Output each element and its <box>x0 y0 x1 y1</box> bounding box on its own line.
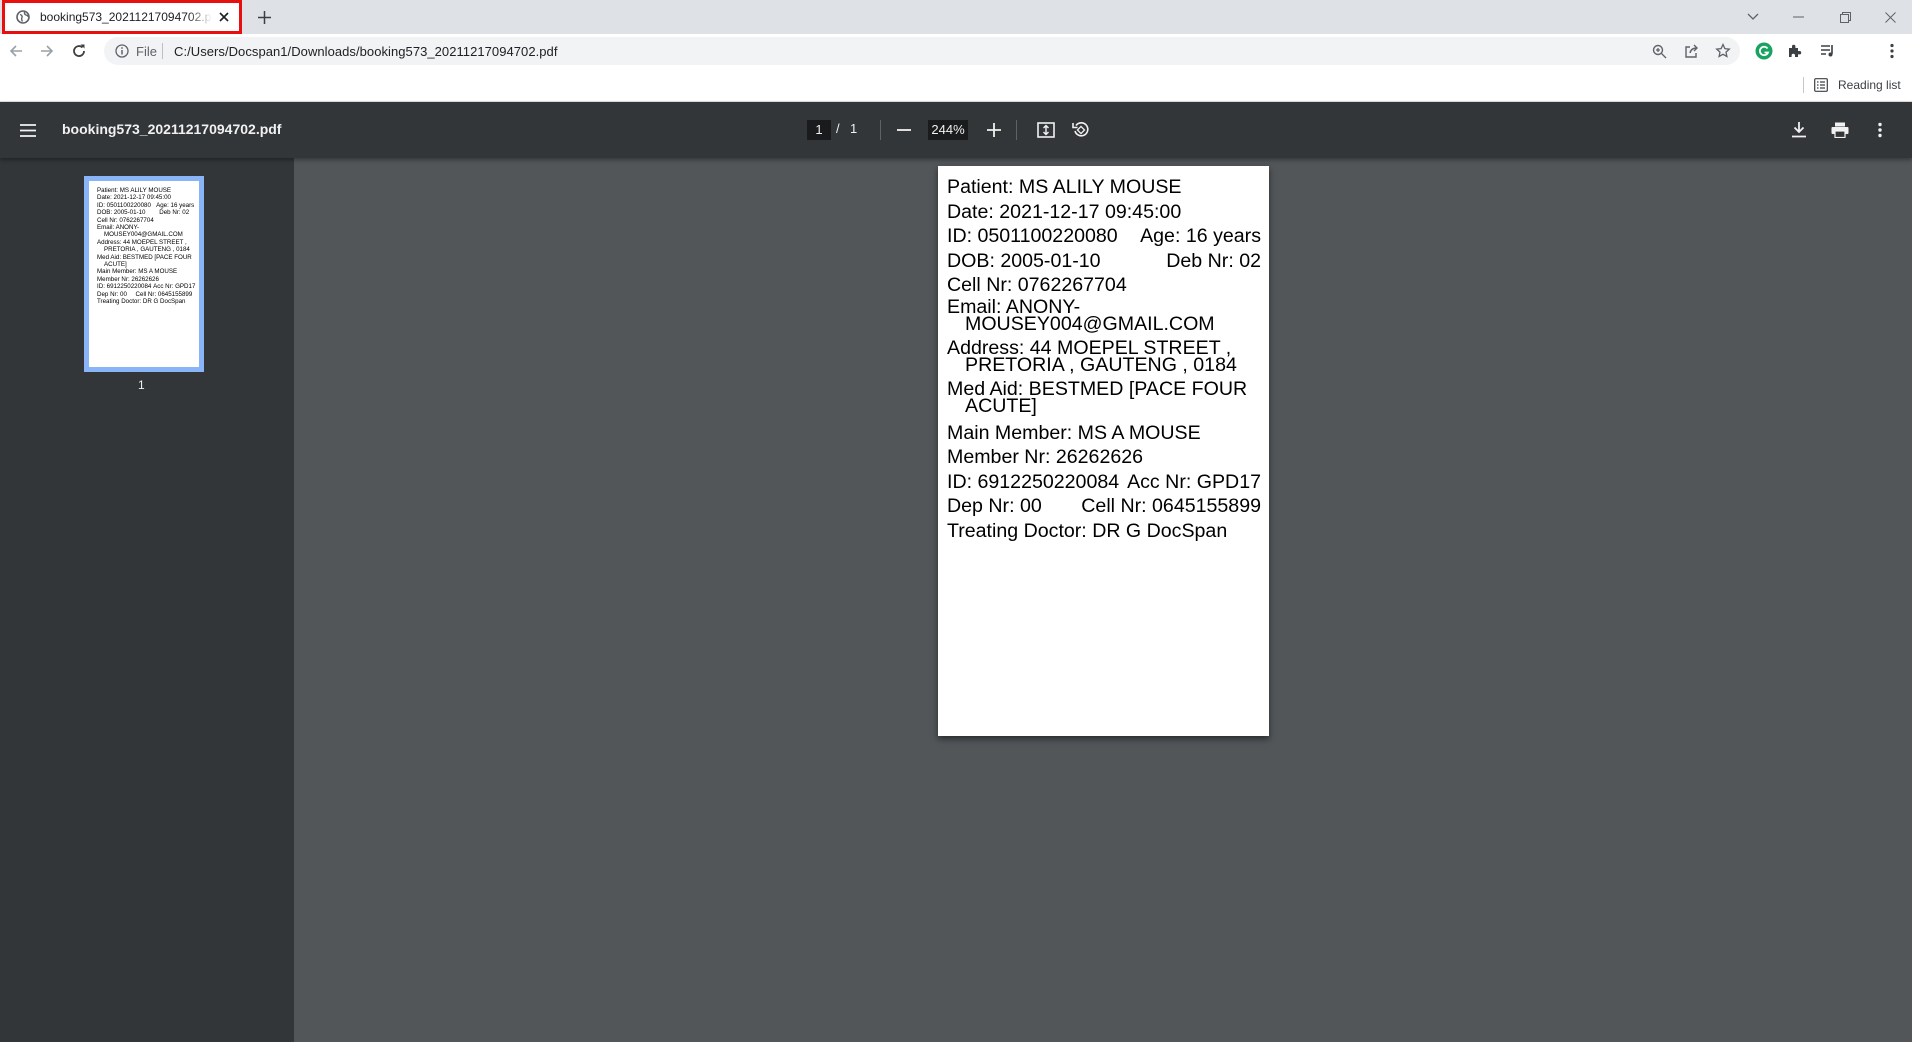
med-aid-line-2: ACUTE] <box>965 395 1037 417</box>
pdf-page: Patient: MS ALILY MOUSE Date: 2021-12-17… <box>938 166 1269 736</box>
thumb-line: MOUSEY004@GMAIL.COM <box>104 231 183 239</box>
zoom-level-input[interactable]: 244% <box>928 120 968 140</box>
address-line-2: PRETORIA , GAUTENG , 0184 <box>965 354 1237 376</box>
zoom-icon[interactable] <box>1649 41 1669 61</box>
thumb-line: DOB: 2005-01-10 Deb Nr: 02 <box>97 209 193 216</box>
thumb-line: Patient: MS ALILY MOUSE <box>97 187 172 194</box>
close-tab-icon[interactable] <box>216 9 232 25</box>
grammarly-extension-icon[interactable] <box>1752 39 1776 63</box>
thumb-line: ID: 6912250220084 Acc Nr: GPD17 <box>97 283 196 291</box>
new-tab-icon[interactable] <box>254 7 274 27</box>
rotate-icon[interactable] <box>1069 118 1093 142</box>
download-icon[interactable] <box>1787 118 1811 142</box>
restore-icon[interactable] <box>1832 4 1858 30</box>
toolbar-divider <box>880 120 881 140</box>
page-number-input[interactable]: 1 <box>807 120 831 140</box>
minimize-icon[interactable] <box>1785 4 1811 30</box>
patient-name: Patient: MS ALILY MOUSE <box>947 176 1182 198</box>
thumb-line: Main Member: MS A MOUSE <box>97 268 178 276</box>
thumb-line: Treating Doctor: DR G DocSpan <box>97 298 186 306</box>
thumb-line: Dep Nr: 00 <box>97 290 127 298</box>
thumb-line: Email: ANONY- <box>97 224 140 232</box>
thumb-line: ID: 0501100220080 Age: 16 years <box>97 201 195 209</box>
extensions-puzzle-icon[interactable] <box>1783 39 1807 63</box>
email-line-2: MOUSEY004@GMAIL.COM <box>965 313 1215 335</box>
thumb-line: ID: 6912250220084 <box>97 283 152 291</box>
page-separator: / <box>836 121 840 136</box>
account-number: Acc Nr: GPD17 <box>1127 470 1261 493</box>
bookmark-bar: Reading list <box>0 68 1912 102</box>
reading-list-button[interactable]: Reading list <box>1814 75 1901 95</box>
id-age-row: ID: 0501100220080 Age: 16 years <box>947 224 1261 249</box>
patient-dob: DOB: 2005-01-10 <box>947 249 1101 272</box>
reading-list-icon <box>1814 78 1828 92</box>
share-icon[interactable] <box>1681 41 1701 61</box>
thumb-line: ID: 0501100220080 <box>97 201 151 209</box>
thumb-line: Address: 44 MOEPEL STREET , <box>97 238 187 246</box>
patient-id: ID: 0501100220080 <box>947 225 1118 247</box>
globe-icon <box>15 9 31 25</box>
thumb-line: Deb Nr: 02 <box>159 209 190 217</box>
zoom-in-icon[interactable] <box>982 118 1006 142</box>
sidebar-toggle-icon[interactable] <box>16 118 40 142</box>
patient-cell: Cell Nr: 0762267704 <box>947 274 1127 296</box>
member-id-acc-row: ID: 6912250220084 Acc Nr: GPD17 <box>947 470 1261 495</box>
pdf-more-options-icon[interactable] <box>1868 118 1892 142</box>
thumb-line: Cell Nr: 0762267704 <box>97 216 154 224</box>
browser-tab-active[interactable]: booking573_20211217094702.pdf <box>2 0 242 34</box>
browser-menu-icon[interactable] <box>1880 39 1904 63</box>
fit-to-page-icon[interactable] <box>1034 118 1058 142</box>
print-icon[interactable] <box>1828 118 1852 142</box>
toolbar-divider <box>1016 120 1017 140</box>
pdf-file-name: booking573_20211217094702.pdf <box>62 121 282 137</box>
treating-doctor: Treating Doctor: DR G DocSpan <box>947 519 1228 542</box>
tab-strip: booking573_20211217094702.pdf <box>0 0 1912 34</box>
bookmark-divider <box>1803 77 1804 93</box>
bookmark-star-icon[interactable] <box>1713 41 1733 61</box>
thumb-line: Dep Nr: 00 Cell Nr: 0645155899 <box>97 291 193 298</box>
zoom-out-icon[interactable] <box>892 118 916 142</box>
close-window-icon[interactable] <box>1877 4 1903 30</box>
main-member: Main Member: MS A MOUSE <box>947 421 1201 444</box>
thumb-line: Age: 16 years <box>156 201 195 209</box>
appointment-date: Date: 2021-12-17 09:45:00 <box>947 200 1182 223</box>
reload-icon[interactable] <box>67 39 91 63</box>
address-bar[interactable]: File C:/Users/Docspan1/Downloads/booking… <box>104 37 1740 65</box>
url-divider <box>162 43 163 59</box>
deb-number: Deb Nr: 02 <box>1166 249 1261 272</box>
site-info-icon[interactable] <box>114 43 130 59</box>
thumbnail-sidebar: Patient: MS ALILY MOUSE Date: 2021-12-17… <box>0 158 294 1042</box>
member-number: Member Nr: 26262626 <box>947 446 1144 468</box>
page-thumbnail[interactable]: Patient: MS ALILY MOUSE Date: 2021-12-17… <box>84 176 204 372</box>
url-text[interactable]: C:/Users/Docspan1/Downloads/booking573_2… <box>174 44 558 59</box>
thumb-line: Member Nr: 26262626 <box>97 275 159 283</box>
tab-search-icon[interactable] <box>1740 4 1766 30</box>
dependant-number: Dep Nr: 00 <box>947 495 1042 517</box>
pdf-toolbar: booking573_20211217094702.pdf 1 / 1 244% <box>0 102 1912 158</box>
thumbnail-page-preview: Patient: MS ALILY MOUSE Date: 2021-12-17… <box>89 181 199 367</box>
member-cell: Cell Nr: 0645155899 <box>1081 495 1261 517</box>
member-id: ID: 6912250220084 <box>947 470 1120 493</box>
forward-icon[interactable] <box>35 39 59 63</box>
tab-title: booking573_20211217094702.pdf <box>40 10 212 24</box>
thumb-line: Date: 2021-12-17 09:45:00 <box>97 194 171 202</box>
thumb-line: PRETORIA , GAUTENG , 0184 <box>104 246 190 254</box>
thumb-line: DOB: 2005-01-10 <box>97 209 146 217</box>
thumbnail-page-number: 1 <box>138 378 145 392</box>
thumb-line: Cell Nr: 0645155899 <box>135 290 193 298</box>
url-scheme: File <box>136 44 157 59</box>
thumb-line: Acc Nr: GPD17 <box>153 283 196 291</box>
media-queue-icon[interactable] <box>1816 39 1840 63</box>
page-total: 1 <box>850 121 858 136</box>
thumb-line: ACUTE] <box>104 261 127 269</box>
reading-list-label: Reading list <box>1838 78 1901 92</box>
dep-cell-row: Dep Nr: 00 Cell Nr: 0645155899 <box>947 494 1261 519</box>
patient-age: Age: 16 years <box>1140 225 1261 247</box>
back-icon[interactable] <box>4 39 28 63</box>
browser-toolbar: File C:/Users/Docspan1/Downloads/booking… <box>0 34 1912 68</box>
dob-deb-row: DOB: 2005-01-10 Deb Nr: 02 <box>947 249 1261 274</box>
thumb-line: Med Aid: BESTMED [PACE FOUR <box>97 253 192 261</box>
